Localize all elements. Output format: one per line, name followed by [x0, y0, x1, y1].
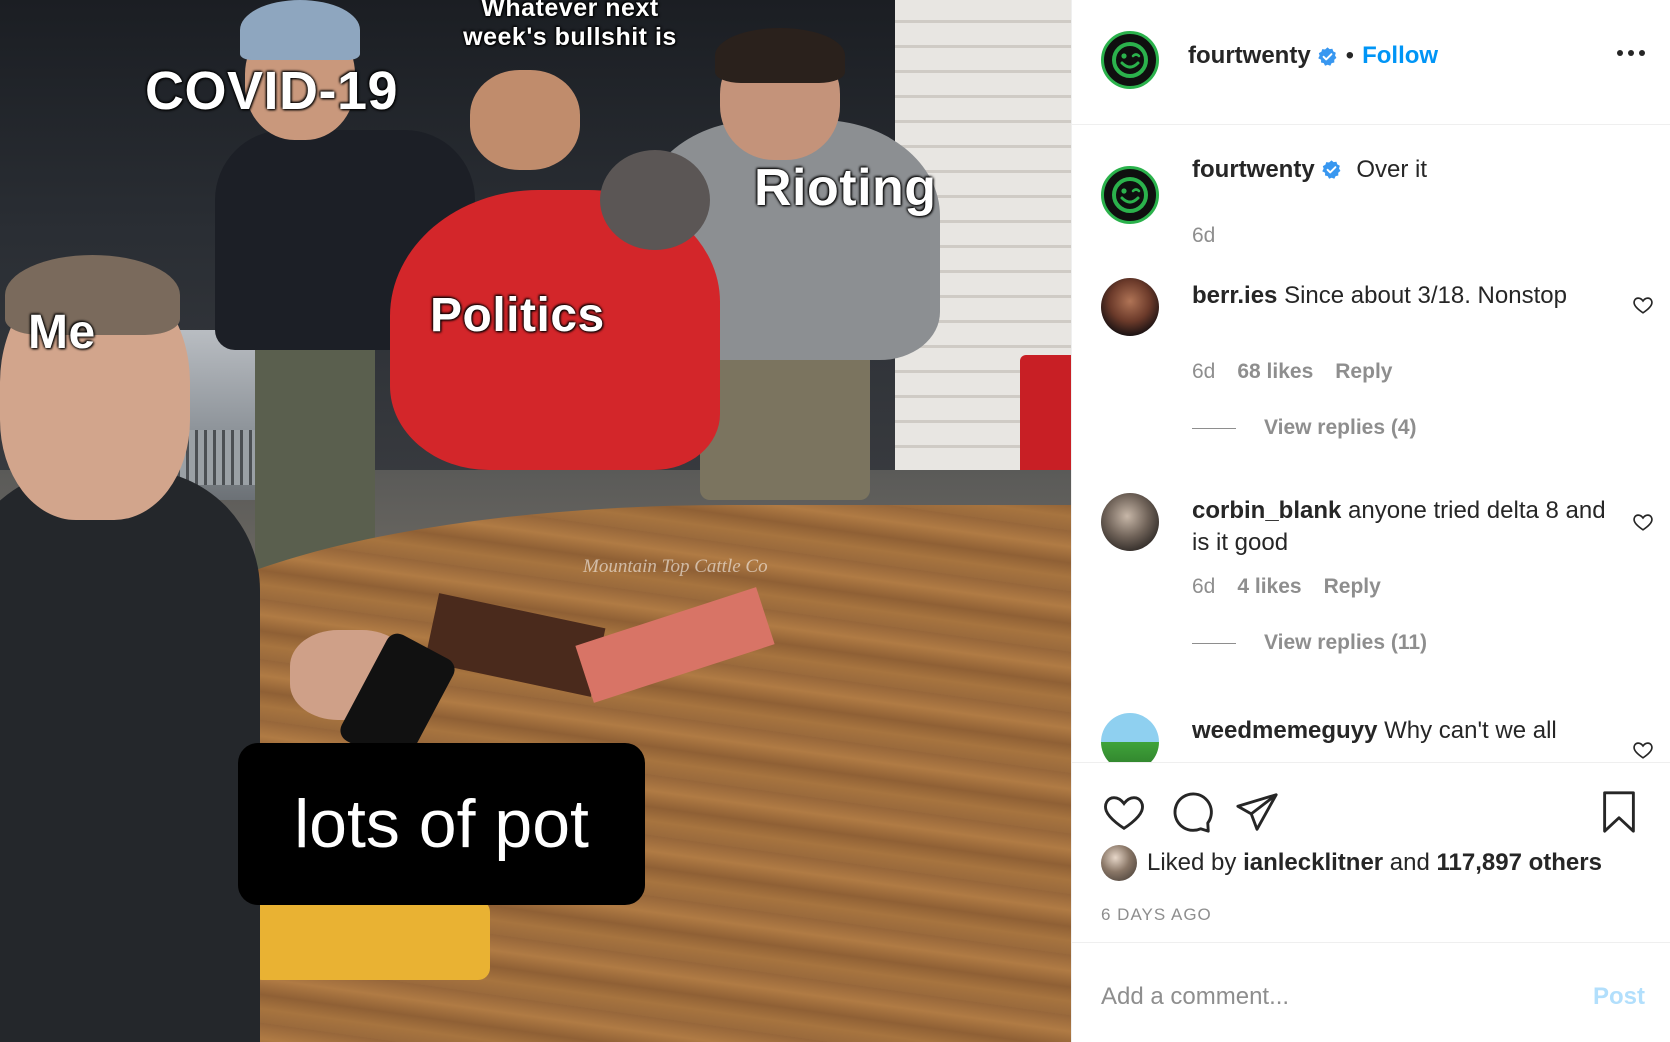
- header-dot-separator: •: [1345, 42, 1355, 69]
- meme-label-rioting: Rioting: [754, 159, 937, 217]
- figure-politics-head: [600, 150, 710, 250]
- verified-badge-icon: [1321, 160, 1341, 179]
- smiley-logo-icon: [1112, 42, 1148, 78]
- comment-username[interactable]: berr.ies: [1192, 282, 1277, 309]
- watermark: Mountain Top Cattle Co: [583, 556, 768, 577]
- figure-whatever-head: [470, 70, 580, 170]
- comment-likes[interactable]: 4 likes: [1237, 575, 1301, 599]
- header-username[interactable]: fourtwenty: [1188, 42, 1311, 70]
- view-replies-line: [1192, 642, 1236, 644]
- account-avatar[interactable]: [1101, 31, 1159, 89]
- caption-body: fourtwenty Over it: [1192, 154, 1612, 186]
- more-options-icon[interactable]: [1617, 50, 1645, 56]
- comment-text: Why can't we all: [1384, 717, 1557, 744]
- comment-text: Since about 3/18. Nonstop: [1284, 282, 1567, 309]
- meme-label-covid: COVID-19: [145, 61, 399, 121]
- comment-meta: 6d 68 likes Reply: [1192, 360, 1392, 384]
- figure-rioting-hair: [715, 28, 845, 83]
- comment-body: weedmemeguyy Why can't we all: [1192, 715, 1612, 747]
- comment-username[interactable]: corbin_blank: [1192, 497, 1341, 524]
- comment-item: weedmemeguyy Why can't we all: [1072, 701, 1670, 762]
- comment-likes[interactable]: 68 likes: [1237, 360, 1313, 384]
- comment-avatar[interactable]: [1101, 278, 1159, 336]
- post-date[interactable]: 6 DAYS AGO: [1101, 905, 1212, 925]
- meme-label-pot-box: lots of pot: [238, 743, 645, 905]
- like-comment-heart-icon[interactable]: [1632, 294, 1654, 316]
- caption-avatar[interactable]: [1101, 166, 1159, 224]
- comment-time[interactable]: 6d: [1192, 575, 1215, 599]
- verified-badge-icon: [1317, 46, 1337, 66]
- share-icon[interactable]: [1234, 789, 1280, 835]
- post-actions: Liked by ianlecklitner and 117,897 other…: [1072, 762, 1670, 942]
- figure-covid-cap: [240, 0, 360, 60]
- comment-time[interactable]: 6d: [1192, 360, 1215, 384]
- comment-item: corbin_blank anyone tried delta 8 and is…: [1072, 481, 1670, 701]
- comment-avatar[interactable]: [1101, 713, 1159, 762]
- food-tray: [250, 900, 490, 980]
- liked-by-prefix: Liked by: [1147, 849, 1237, 876]
- liked-by-avatar[interactable]: [1101, 845, 1137, 881]
- post-header: fourtwenty • Follow: [1072, 0, 1670, 125]
- smiley-logo-icon: [1112, 177, 1148, 213]
- figure-rioting-legs: [700, 340, 870, 500]
- view-replies-button[interactable]: View replies (4): [1192, 416, 1417, 440]
- bookmark-icon[interactable]: [1596, 789, 1642, 835]
- like-comment-heart-icon[interactable]: [1632, 739, 1654, 761]
- comment-username[interactable]: weedmemeguyy: [1192, 717, 1377, 744]
- caption-time[interactable]: 6d: [1192, 224, 1215, 248]
- caption: fourtwenty Over it 6d: [1072, 126, 1670, 266]
- figure-me-body: [0, 470, 260, 1042]
- reply-button[interactable]: Reply: [1324, 575, 1381, 599]
- meme-label-whatever: Whatever next week's bullshit is: [463, 0, 677, 51]
- comment-meta: 6d 4 likes Reply: [1192, 575, 1381, 599]
- post-comment-button[interactable]: Post: [1593, 983, 1645, 1011]
- reply-button[interactable]: Reply: [1335, 360, 1392, 384]
- view-replies-line: [1192, 427, 1236, 429]
- post-side-panel: fourtwenty • Follow fourtwenty Over it 6…: [1071, 0, 1670, 1042]
- comment-icon[interactable]: [1168, 789, 1214, 835]
- liked-by-user[interactable]: ianlecklitner: [1243, 849, 1383, 877]
- header-user: fourtwenty • Follow: [1188, 42, 1438, 70]
- meme-label-politics: Politics: [430, 289, 605, 342]
- view-replies-label: View replies (4): [1264, 416, 1417, 439]
- meme-label-me: Me: [28, 306, 96, 359]
- liked-by-and: and: [1389, 849, 1430, 876]
- comments-list[interactable]: fourtwenty Over it 6d berr.ies Since abo…: [1072, 126, 1670, 762]
- liked-by: Liked by ianlecklitner and 117,897 other…: [1101, 845, 1602, 881]
- comment-avatar[interactable]: [1101, 493, 1159, 551]
- caption-meta: 6d: [1192, 224, 1215, 248]
- comment-body: berr.ies Since about 3/18. Nonstop: [1192, 280, 1612, 312]
- post-image[interactable]: Whatever next week's bullshit is COVID-1…: [0, 0, 1071, 1042]
- view-replies-button[interactable]: View replies (11): [1192, 631, 1427, 655]
- add-comment-input[interactable]: [1101, 979, 1541, 1015]
- comment-item: berr.ies Since about 3/18. Nonstop 6d 68…: [1072, 266, 1670, 481]
- meme-label-pot: lots of pot: [294, 786, 589, 862]
- liked-by-others[interactable]: 117,897 others: [1437, 849, 1602, 877]
- view-replies-label: View replies (11): [1264, 631, 1428, 654]
- follow-button[interactable]: Follow: [1362, 42, 1438, 70]
- caption-text: Over it: [1356, 156, 1428, 183]
- like-comment-heart-icon[interactable]: [1632, 511, 1654, 533]
- comment-body: corbin_blank anyone tried delta 8 and is…: [1192, 495, 1612, 559]
- heart-icon[interactable]: [1101, 789, 1147, 835]
- caption-username[interactable]: fourtwenty: [1192, 156, 1315, 183]
- add-comment-bar: Post: [1072, 942, 1670, 1042]
